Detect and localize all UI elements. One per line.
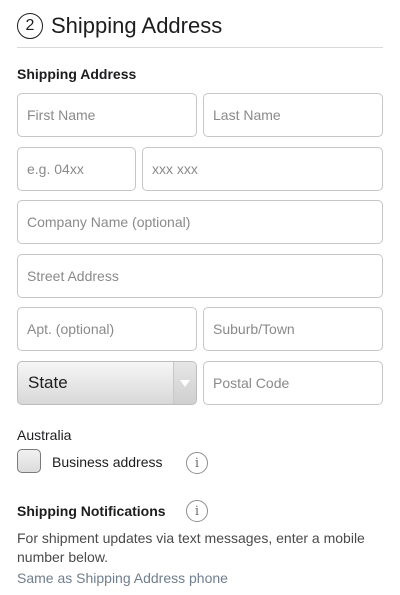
- company-name-input[interactable]: [27, 214, 373, 230]
- shipping-notifications-description: For shipment updates via text messages, …: [17, 530, 365, 565]
- suburb-town-input[interactable]: [213, 321, 373, 337]
- step-number-badge: 2: [17, 12, 43, 39]
- postal-code-input[interactable]: [213, 375, 373, 391]
- area-code-input[interactable]: [27, 161, 126, 177]
- last-name-input[interactable]: [213, 107, 373, 123]
- info-icon[interactable]: i: [186, 500, 208, 522]
- apartment-input[interactable]: [27, 321, 187, 337]
- shipping-address-form: 2 Shipping Address Shipping Address Stat…: [0, 0, 400, 595]
- country-label: Australia: [17, 427, 72, 443]
- state-select[interactable]: State: [17, 361, 197, 405]
- phone-number-input[interactable]: [152, 161, 373, 177]
- street-address-field[interactable]: [17, 254, 383, 298]
- company-name-field[interactable]: [17, 200, 383, 244]
- street-address-input[interactable]: [27, 268, 373, 284]
- section-title: Shipping Address: [17, 66, 137, 82]
- chevron-down-icon[interactable]: [173, 362, 196, 404]
- same-as-shipping-phone-link[interactable]: Same as Shipping Address phone: [17, 570, 228, 586]
- state-select-value: State: [28, 373, 68, 392]
- step-header: 2 Shipping Address: [17, 8, 383, 48]
- last-name-field[interactable]: [203, 93, 383, 137]
- area-code-field[interactable]: [17, 147, 136, 191]
- suburb-town-field[interactable]: [203, 307, 383, 351]
- apartment-field[interactable]: [17, 307, 197, 351]
- first-name-input[interactable]: [27, 107, 187, 123]
- shipping-notifications-title: Shipping Notifications: [17, 503, 166, 519]
- phone-number-field[interactable]: [142, 147, 383, 191]
- postal-code-field[interactable]: [203, 361, 383, 405]
- business-address-checkbox[interactable]: [17, 449, 41, 473]
- info-icon[interactable]: i: [186, 452, 208, 474]
- first-name-field[interactable]: [17, 93, 197, 137]
- business-address-label[interactable]: Business address: [52, 454, 163, 470]
- step-title: Shipping Address: [51, 12, 223, 38]
